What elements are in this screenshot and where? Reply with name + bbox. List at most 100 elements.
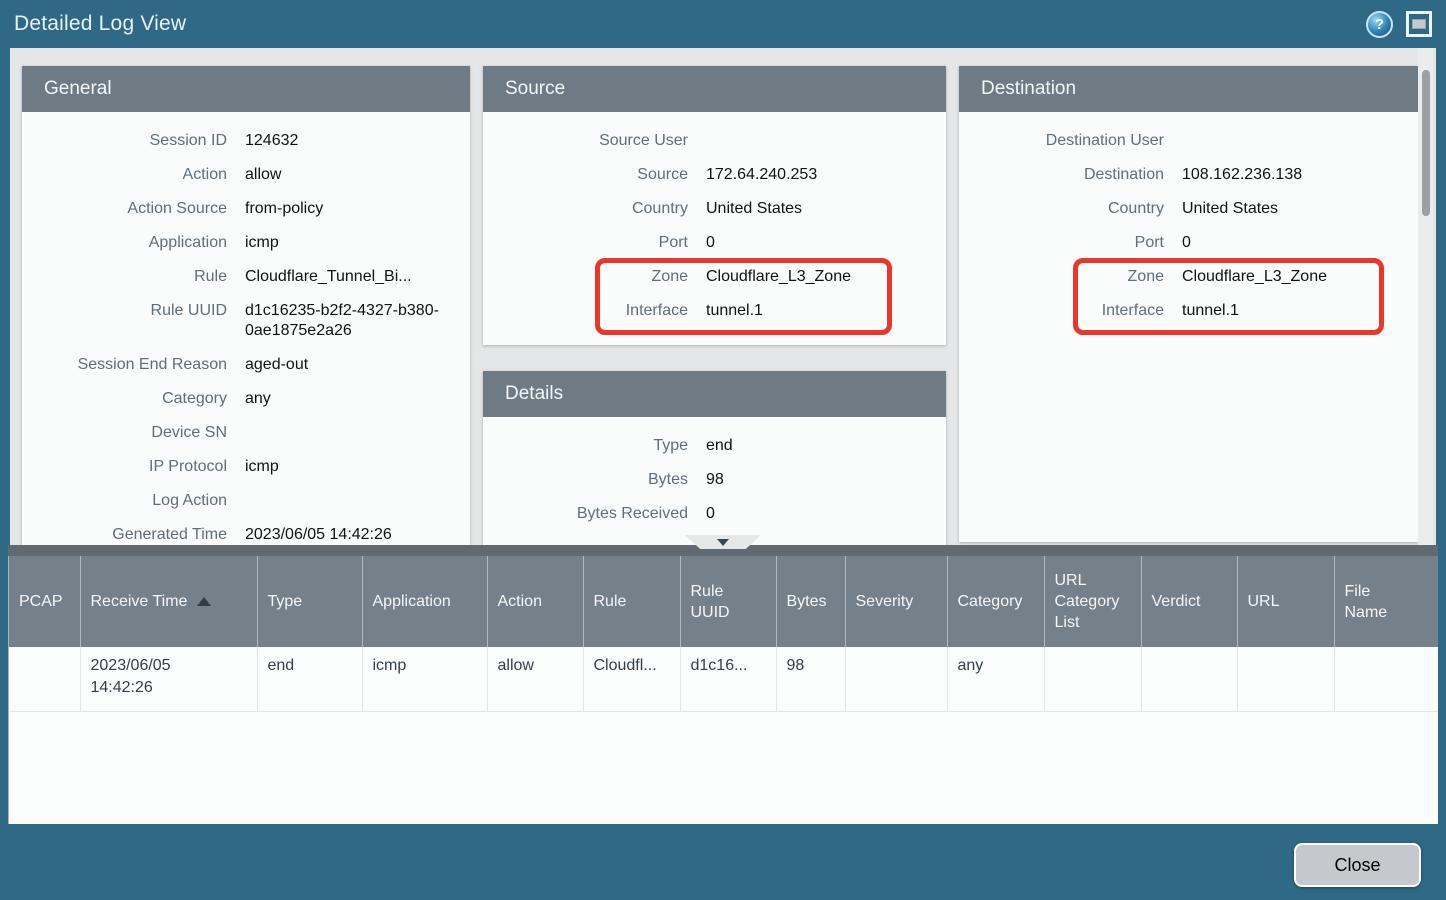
dialog-footer: Close xyxy=(0,824,1446,900)
general-panel: General Session ID124632ActionallowActio… xyxy=(22,66,470,545)
column-header-action[interactable]: Action xyxy=(487,556,583,647)
field-value: any xyxy=(245,389,456,409)
column-header-label: Rule xyxy=(594,593,627,610)
field-row-session-end-reason: Session End Reason aged-out xyxy=(22,348,456,382)
field-label: Port xyxy=(483,233,688,253)
log-table-cell: icmp xyxy=(362,647,487,711)
column-header-pcap[interactable]: PCAP xyxy=(9,556,80,647)
column-header-type[interactable]: Type xyxy=(257,556,362,647)
column-header-receive-time[interactable]: Receive Time xyxy=(80,556,257,647)
destination-panel-header: Destination xyxy=(959,66,1418,112)
column-header-label: Receive Time xyxy=(91,593,188,610)
log-detail-panels: General Session ID124632ActionallowActio… xyxy=(10,48,1436,545)
log-table-cell xyxy=(1237,647,1334,711)
log-table-section: PCAP Receive Time Type Application Action Rul… xyxy=(8,556,1438,824)
help-icon[interactable]: ? xyxy=(1366,11,1393,38)
field-label: Action Source xyxy=(22,199,227,219)
field-label: Interface xyxy=(959,301,1164,321)
column-header-verdict[interactable]: Verdict xyxy=(1141,556,1237,647)
field-label: IP Protocol xyxy=(22,457,227,477)
panel-table-splitter[interactable] xyxy=(8,545,1438,556)
column-header-label: File Name xyxy=(1345,581,1397,623)
scrollbar-thumb[interactable] xyxy=(1422,70,1430,216)
log-table-header: PCAP Receive Time Type Application Action Rul… xyxy=(9,556,1438,647)
field-value: from-policy xyxy=(245,199,456,219)
sort-arrow-icon xyxy=(197,597,211,606)
field-value: 172.64.240.253 xyxy=(706,165,932,185)
field-row-zone: ZoneCloudflare_L3_Zone xyxy=(483,260,932,294)
log-table-cell xyxy=(1334,647,1438,711)
field-label: Device SN xyxy=(22,423,227,443)
source-panel-header: Source xyxy=(483,66,946,112)
field-value: end xyxy=(706,436,932,456)
field-label: Destination xyxy=(959,165,1164,185)
field-label: Bytes xyxy=(483,470,688,490)
field-value: 0 xyxy=(706,233,932,253)
field-row-action: Actionallow xyxy=(22,158,456,192)
chevron-down-icon xyxy=(717,539,729,546)
field-row-device-sn: Device SN xyxy=(22,416,456,450)
field-row-bytes-received: Bytes Received 0 xyxy=(483,497,932,531)
log-table-row[interactable]: 2023/06/05 14:42:26endicmpallowCloudfl..… xyxy=(9,647,1438,711)
destination-panel-body: Destination UserDestination108.162.236.1… xyxy=(959,112,1418,542)
general-panel-header: General xyxy=(22,66,470,112)
column-header-severity[interactable]: Severity xyxy=(845,556,947,647)
column-header-application[interactable]: Application xyxy=(362,556,487,647)
field-row-category: Category any xyxy=(22,382,456,416)
column-header-label: Bytes xyxy=(787,593,827,610)
field-label: Category xyxy=(22,389,227,409)
field-label: Rule xyxy=(22,267,227,287)
collapse-handle[interactable] xyxy=(685,535,761,549)
field-row-application: Applicationicmp xyxy=(22,226,456,260)
log-table-cell: Cloudfl... xyxy=(583,647,680,711)
column-header-rule[interactable]: Rule xyxy=(583,556,680,647)
field-row-generated-time: Generated Time2023/06/05 14:42:26 xyxy=(22,518,456,545)
field-value: 0 xyxy=(706,504,932,524)
maximize-icon[interactable] xyxy=(1406,11,1432,37)
log-table-cell: d1c16... xyxy=(680,647,776,711)
log-table-cell: end xyxy=(257,647,362,711)
column-header-category[interactable]: Category xyxy=(947,556,1044,647)
field-label: Session End Reason xyxy=(22,355,227,375)
log-table-cell: allow xyxy=(487,647,583,711)
log-table-cell: any xyxy=(947,647,1044,711)
field-row-ip-protocol: IP Protocolicmp xyxy=(22,450,456,484)
field-label: Log Action xyxy=(22,491,227,511)
titlebar-icons: ? xyxy=(1366,11,1432,38)
field-value: allow xyxy=(245,165,456,185)
column-header-url[interactable]: URL xyxy=(1237,556,1334,647)
field-value: 98 xyxy=(706,470,932,490)
field-value: Cloudflare_Tunnel_Bi... xyxy=(245,267,456,287)
source-panel-body: Source UserSource172.64.240.253CountryUn… xyxy=(483,112,946,345)
field-label: Session ID xyxy=(22,131,227,151)
field-value: United States xyxy=(1182,199,1404,219)
column-header-label: Severity xyxy=(856,593,914,610)
field-label: Type xyxy=(483,436,688,456)
field-label: Bytes Received xyxy=(483,504,688,524)
source-details-column: Source Source UserSource172.64.240.253Co… xyxy=(483,66,946,545)
field-row-bytes: Bytes 98 xyxy=(483,463,932,497)
field-row-rule-uuid: Rule UUIDd1c16235-b2f2-4327-b380-0ae1875… xyxy=(22,294,456,348)
column-header-file-name[interactable]: File Name xyxy=(1334,556,1438,647)
column-header-label: Application xyxy=(373,593,451,610)
log-table-cell xyxy=(9,647,80,711)
field-row-country: CountryUnited States xyxy=(959,192,1404,226)
column-header-rule-uuid[interactable]: Rule UUID xyxy=(680,556,776,647)
log-table-cell: 98 xyxy=(776,647,845,711)
field-row-interface: Interfacetunnel.1 xyxy=(959,294,1404,328)
column-header-label: URL Category List xyxy=(1055,572,1120,631)
field-value: aged-out xyxy=(245,355,456,375)
field-row-country: CountryUnited States xyxy=(483,192,932,226)
help-icon-glyph: ? xyxy=(1375,16,1384,33)
column-header-url-category-list[interactable]: URL Category List xyxy=(1044,556,1141,647)
log-table-cell xyxy=(1044,647,1141,711)
field-label: Zone xyxy=(959,267,1164,287)
column-header-bytes[interactable]: Bytes xyxy=(776,556,845,647)
close-button[interactable]: Close xyxy=(1294,843,1421,887)
vertical-scrollbar[interactable] xyxy=(1418,48,1433,545)
field-label: Source xyxy=(483,165,688,185)
field-label: Port xyxy=(959,233,1164,253)
column-header-label: Rule UUID xyxy=(691,583,730,621)
source-panel: Source Source UserSource172.64.240.253Co… xyxy=(483,66,946,345)
destination-panel: Destination Destination UserDestination1… xyxy=(959,66,1418,542)
